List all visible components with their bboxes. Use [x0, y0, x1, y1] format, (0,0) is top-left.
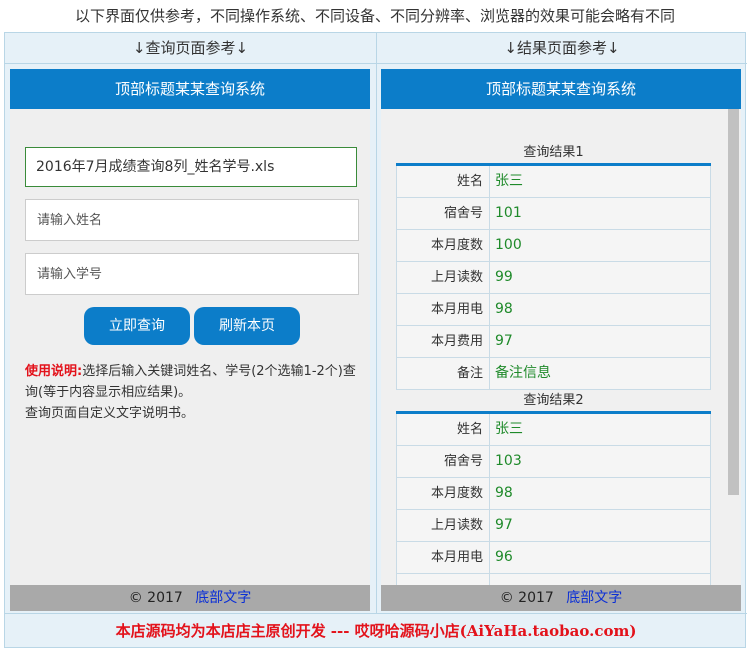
query-button[interactable]: 立即查询: [84, 307, 190, 345]
usage-instructions: 使用说明:选择后输入关键词姓名、学号(2个选输1-2个)查询(等于内容显示相应结…: [25, 361, 360, 424]
row-key: 宿舍号: [397, 446, 490, 477]
bottom-divider: [5, 613, 747, 614]
query-page-footer: © 2017 底部文字: [10, 585, 370, 611]
notice-banner: 以下界面仅供参考，不同操作系统、不同设备、不同分辨率、浏览器的效果可能会略有不同: [74, 7, 675, 25]
row-key: 本月用电: [397, 542, 490, 573]
result-table: 姓名 张三 宿舍号 101 本月度数 100 上月读数 99 本月用电 98 本月费用 97…: [396, 163, 711, 390]
name-input[interactable]: [25, 199, 359, 241]
row-key: 上月读数: [397, 510, 490, 541]
row-value: 101: [495, 205, 522, 221]
table-row: 本月用电 96: [396, 542, 711, 574]
result-title: 查询结果1: [523, 145, 584, 160]
result-scroll-area[interactable]: 查询结果1 姓名 张三 宿舍号 101 本月度数 100 上月读数 99 本月用电 98 …: [381, 109, 726, 585]
row-key: 姓名: [397, 414, 490, 445]
result-table: 姓名 张三 宿舍号 103 本月度数 98 上月读数 97 本月用电 96: [396, 411, 711, 585]
query-page-header: 顶部标题某某查询系统: [10, 69, 370, 109]
scrollbar-thumb[interactable]: [728, 109, 739, 495]
row-value: 张三: [495, 421, 523, 437]
table-row: 本月度数 98: [396, 478, 711, 510]
column-divider: [376, 33, 377, 613]
usage-label: 使用说明:: [25, 364, 83, 379]
table-row: 备注 备注信息: [396, 358, 711, 390]
row-key: 本月用电: [397, 294, 490, 325]
row-value: 100: [495, 237, 522, 253]
row-value: 99: [495, 269, 513, 285]
row-key: 姓名: [397, 166, 490, 197]
query-page-preview: 顶部标题某某查询系统 2016年7月成绩查询8列_姓名学号.xls 立即查询 刷…: [10, 69, 370, 611]
row-value: 98: [495, 485, 513, 501]
shop-notice: 本店源码均为本店店主原创开发 --- 哎呀哈源码小店(AiYaHa.taobao…: [115, 622, 637, 640]
row-key: 备注: [397, 358, 490, 389]
row-value: 备注信息: [495, 365, 551, 381]
custom-text: 查询页面自定义文字说明书。: [25, 406, 195, 421]
file-select[interactable]: 2016年7月成绩查询8列_姓名学号.xls: [25, 147, 357, 187]
row-value: 97: [495, 517, 513, 533]
footer-copyright: © 2017: [128, 590, 183, 606]
result-title: 查询结果2: [523, 393, 584, 408]
table-row: 姓名 张三: [396, 414, 711, 446]
footer-link[interactable]: 底部文字: [566, 590, 622, 606]
row-key: [397, 574, 490, 585]
row-key: 本月度数: [397, 230, 490, 261]
result-page-heading: ↓结果页面参考↓: [504, 39, 620, 57]
table-row: 姓名 张三: [396, 166, 711, 198]
table-row: 上月读数 99: [396, 262, 711, 294]
row-value: 96: [495, 549, 513, 565]
row-key: 上月读数: [397, 262, 490, 293]
footer-link[interactable]: 底部文字: [195, 590, 251, 606]
table-row: 上月读数 97: [396, 510, 711, 542]
result-page-footer: © 2017 底部文字: [381, 585, 741, 611]
preview-container: ↓查询页面参考↓ ↓结果页面参考↓ 顶部标题某某查询系统 2016年7月成绩查询…: [4, 32, 747, 648]
table-row: 宿舍号 103: [396, 446, 711, 478]
row-value: [490, 574, 710, 585]
result-page-header: 顶部标题某某查询系统: [381, 69, 741, 109]
footer-copyright: © 2017: [499, 590, 554, 606]
query-page-heading: ↓查询页面参考↓: [132, 39, 249, 57]
table-row: 宿舍号 101: [396, 198, 711, 230]
refresh-button[interactable]: 刷新本页: [194, 307, 300, 345]
vertical-scrollbar[interactable]: [726, 109, 741, 585]
row-key: 宿舍号: [397, 198, 490, 229]
row-key: 本月费用: [397, 326, 490, 357]
table-row: [396, 574, 711, 585]
result-page-preview: 顶部标题某某查询系统 查询结果1 姓名 张三 宿舍号 101 本月度数 100 上月读…: [381, 69, 741, 611]
row-key: 本月度数: [397, 478, 490, 509]
table-row: 本月费用 97: [396, 326, 711, 358]
row-value: 103: [495, 453, 522, 469]
table-row: 本月度数 100: [396, 230, 711, 262]
row-value: 张三: [495, 173, 523, 189]
student-id-input[interactable]: [25, 253, 359, 295]
row-value: 98: [495, 301, 513, 317]
row-value: 97: [495, 333, 513, 349]
table-row: 本月用电 98: [396, 294, 711, 326]
